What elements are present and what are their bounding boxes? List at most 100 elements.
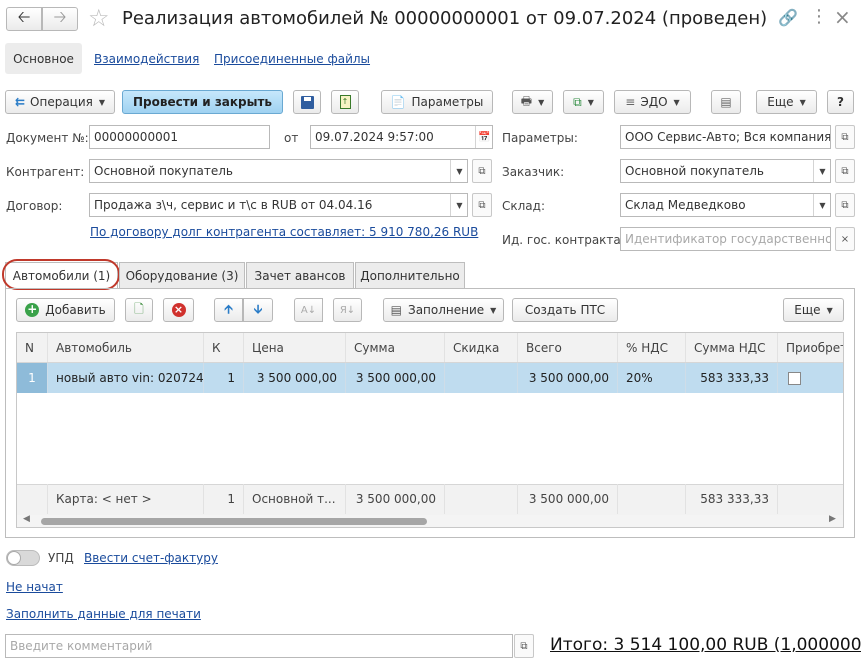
post-and-close-button[interactable]: Провести и закрыть [122,90,283,114]
move-up-button[interactable]: 🡩 [214,298,243,322]
gov-contract-clear-button[interactable]: × [835,227,855,251]
nav-tab-interactions[interactable]: Взаимодействия [94,52,199,66]
contract-debt-link[interactable]: По договору долг контрагента составляет:… [90,225,478,239]
cell-acquired[interactable] [778,363,843,393]
parameters-label: Параметры: [502,131,578,145]
column-header-qty[interactable]: К [204,333,244,362]
comment-open-button[interactable]: ⧉ [514,634,534,658]
calendar-icon[interactable]: 📅 [475,126,492,148]
printer-icon: 🖶 [520,93,533,108]
plus-circle-icon: + [25,302,40,317]
nav-tab-attached-files[interactable]: Присоединенные файлы [214,52,370,66]
scrollbar-thumb[interactable] [41,518,427,525]
cell-vat-sum[interactable]: 583 333,33 [686,363,778,393]
cell-car[interactable]: новый авто vin: 020724 [48,363,204,393]
customer-label: Заказчик: [502,165,565,179]
counterparty-open-button[interactable]: ⧉ [472,159,492,183]
gov-contract-label: Ид. гос. контракта: [502,233,625,247]
fill-print-data-link[interactable]: Заполнить данные для печати [6,607,201,621]
tab-additional[interactable]: Дополнительно [355,262,465,288]
nav-tab-main[interactable]: Основное [5,43,82,74]
contract-field[interactable]: Продажа з\ч, сервис и т\с в RUB от 04.04… [89,193,468,217]
more-button[interactable]: Еще ▼ [756,90,817,114]
comment-field[interactable]: Введите комментарий [5,634,513,658]
forward-button[interactable]: 🡢 [42,7,78,31]
favorite-star-icon[interactable]: ☆ [88,4,110,32]
post-button[interactable]: ↑ [331,90,359,114]
delete-icon: × [171,303,186,317]
counterparty-field[interactable]: Основной покупатель ▼ [89,159,468,183]
delete-row-button[interactable]: × [163,298,194,322]
column-header-vat-sum[interactable]: Сумма НДС [686,333,778,362]
fill-button[interactable]: ▤ Заполнение ▼ [383,298,504,322]
scroll-left-arrow-icon[interactable]: ◀ [23,514,30,524]
print-button[interactable]: 🖶 ▼ [512,90,553,114]
chevron-down-icon: ▼ [98,97,106,107]
parameters-button[interactable]: 📄 Параметры [381,90,493,114]
help-button[interactable]: ? [827,90,854,114]
column-header-discount[interactable]: Скидка [445,333,518,362]
warehouse-open-button[interactable]: ⧉ [835,193,855,217]
counterparty-label: Контрагент: [6,165,85,179]
warehouse-field[interactable]: Склад Медведково ▼ [620,193,831,217]
acquired-checkbox[interactable] [788,371,801,385]
move-down-button[interactable]: 🡫 [243,298,273,322]
footer-sum: 3 500 000,00 [346,484,445,514]
table-more-button[interactable]: Еще ▼ [783,298,844,322]
create-based-on-button[interactable]: ⧉ ▼ [563,90,604,114]
cell-price[interactable]: 3 500 000,00 [244,363,346,393]
link-icon[interactable]: 🔗 [778,8,798,27]
save-button[interactable] [293,90,321,114]
sort-asc-button[interactable]: A↓ [294,298,323,322]
cell-sum[interactable]: 3 500 000,00 [346,363,445,393]
column-header-car[interactable]: Автомобиль [48,333,204,362]
cell-qty[interactable]: 1 [204,363,244,393]
column-header-total[interactable]: Всего [518,333,618,362]
cell-discount[interactable] [445,363,518,393]
column-header-sum[interactable]: Сумма [346,333,445,362]
upd-toggle[interactable] [6,550,40,566]
chevron-down-icon[interactable]: ▼ [450,160,467,182]
tab-advance-offset[interactable]: Зачет авансов [246,262,354,288]
toggle-knob [7,551,21,565]
tab-equipment[interactable]: Оборудование (3) [119,262,245,288]
more-vertical-icon[interactable]: ⋮ [810,6,828,27]
report-button[interactable]: ▤ [711,90,741,114]
create-pts-button[interactable]: Создать ПТС [512,298,618,322]
date-field[interactable]: 09.07.2024 9:57:00 📅 [310,125,493,149]
warehouse-label: Склад: [502,199,545,213]
parameters-field[interactable]: ООО Сервис-Авто; Вся компания; Б [620,125,831,149]
copy-row-button[interactable]: 🗋 [125,298,153,322]
back-button[interactable]: 🡠 [6,7,42,31]
column-header-price[interactable]: Цена [244,333,346,362]
add-button[interactable]: + Добавить [16,298,115,322]
contract-open-button[interactable]: ⧉ [472,193,492,217]
open-external-icon: ⧉ [841,165,849,177]
edo-button[interactable]: ≡ ЭДО ▼ [614,90,691,114]
cell-vat-rate[interactable]: 20% [618,363,686,393]
enter-invoice-link[interactable]: Ввести счет-фактуру [84,551,218,565]
cell-total[interactable]: 3 500 000,00 [518,363,618,393]
gov-contract-field[interactable]: Идентификатор государственного контракта [620,227,831,251]
open-external-icon: ⧉ [841,131,849,143]
operation-button[interactable]: ⇇ Операция ▼ [5,90,115,114]
fill-table-icon: ▤ [390,303,402,317]
scroll-right-arrow-icon[interactable]: ▶ [829,514,836,524]
column-header-acquired[interactable]: Приобрет [778,333,843,362]
footer-n [17,484,48,514]
sort-desc-button[interactable]: Я↓ [333,298,362,322]
chevron-down-icon[interactable]: ▼ [450,194,467,216]
status-link[interactable]: Не начат [6,580,63,594]
operation-icon: ⇇ [14,95,26,109]
column-header-vat-rate[interactable]: % НДС [618,333,686,362]
cell-n[interactable]: 1 [17,363,48,393]
doc-number-field[interactable]: 00000000001 [89,125,270,149]
close-icon[interactable]: × [834,5,851,29]
arrow-up-icon: 🡩 [224,301,233,316]
parameters-open-button[interactable]: ⧉ [835,125,855,149]
customer-open-button[interactable]: ⧉ [835,159,855,183]
customer-field[interactable]: Основной покупатель ▼ [620,159,831,183]
column-header-n[interactable]: N [17,333,48,362]
chevron-down-icon[interactable]: ▼ [813,194,830,216]
chevron-down-icon[interactable]: ▼ [813,160,830,182]
